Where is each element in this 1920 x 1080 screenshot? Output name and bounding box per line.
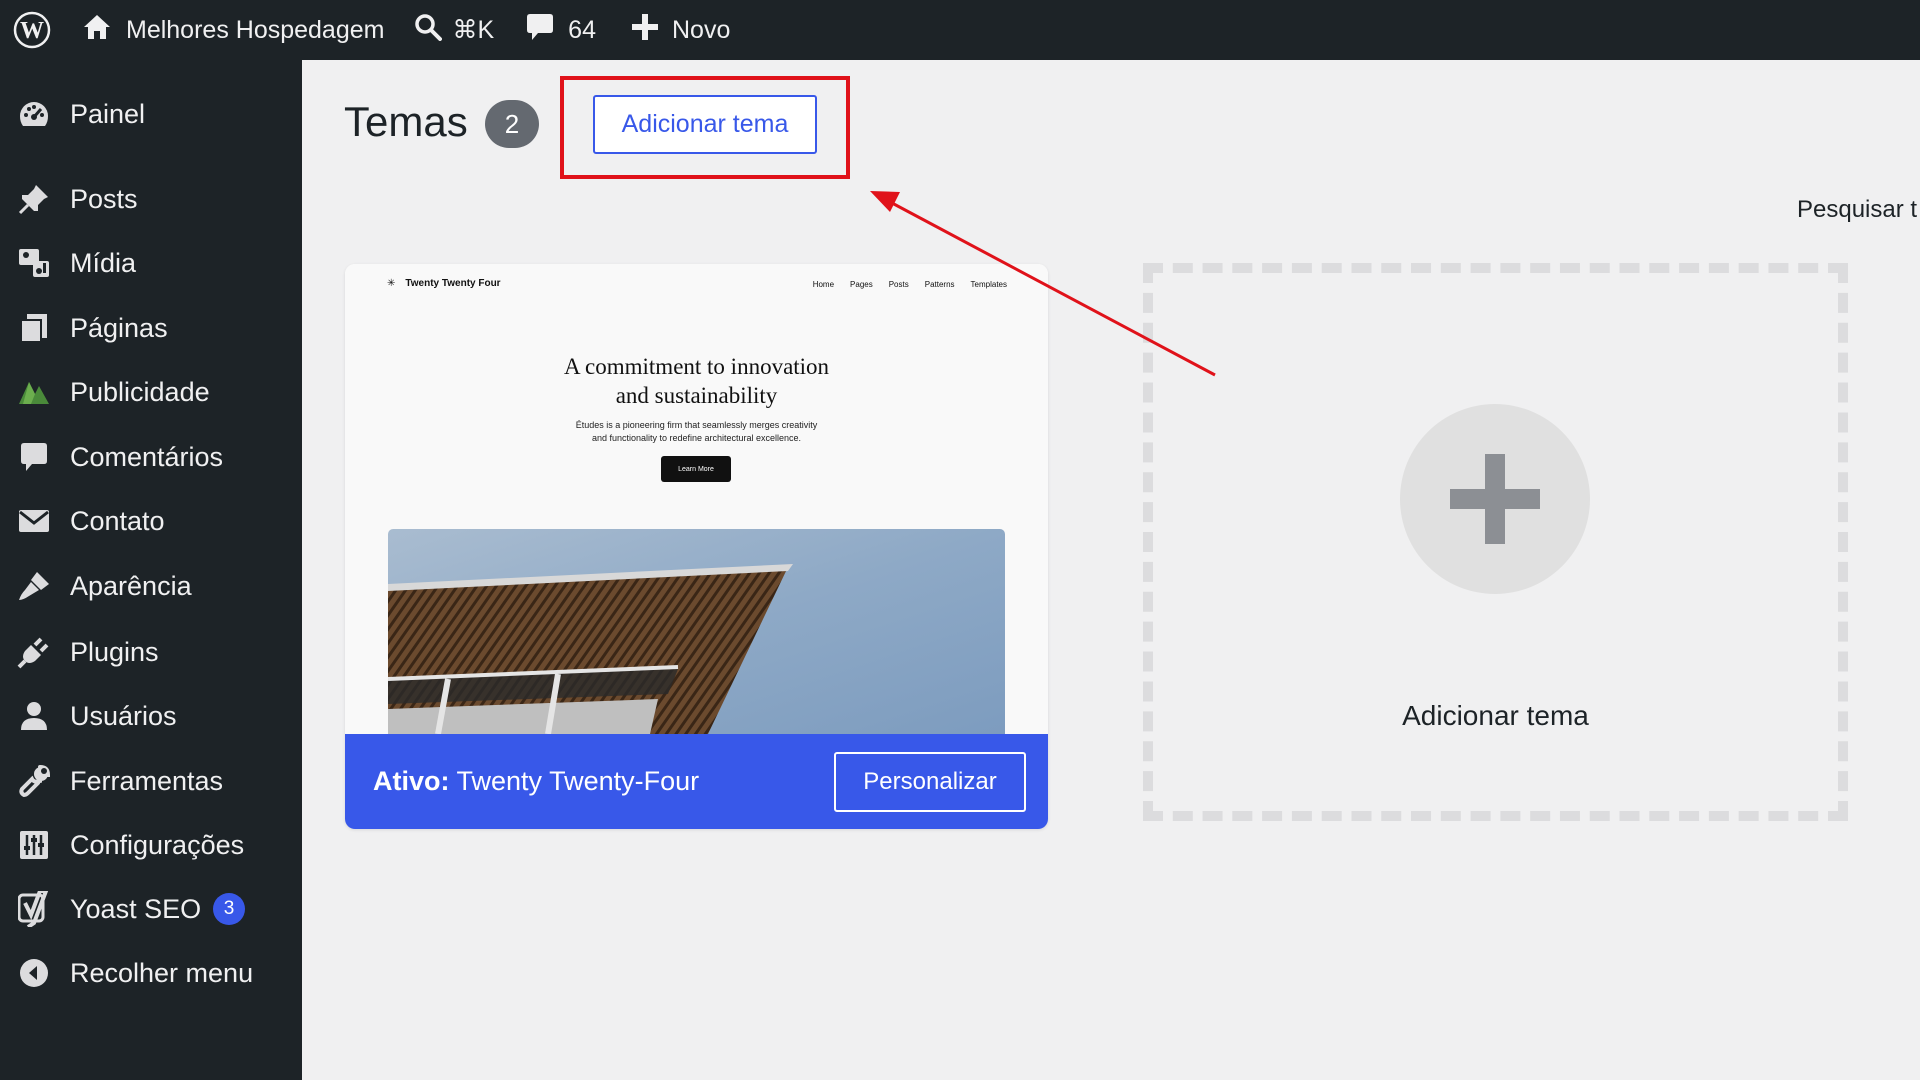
wrench-icon xyxy=(16,763,52,799)
sidebar-item-label: Comentários xyxy=(70,441,224,472)
sidebar-item-publicidade[interactable]: Publicidade xyxy=(0,364,302,420)
envelope-icon xyxy=(16,503,52,539)
sidebar-item-posts[interactable]: Posts xyxy=(0,171,302,227)
sidebar-item-label: Aparência xyxy=(70,570,192,601)
sidebar-item-usuarios[interactable]: Usuários xyxy=(0,688,302,744)
search-icon xyxy=(414,13,443,48)
new-label: Novo xyxy=(671,15,731,44)
plus-icon xyxy=(631,13,658,47)
pin-icon xyxy=(16,181,52,217)
site-name-label: Melhores Hospedagem xyxy=(126,15,385,44)
sidebar-item-ferramentas[interactable]: Ferramentas xyxy=(0,753,302,809)
customize-button[interactable]: Personalizar xyxy=(834,752,1026,812)
sidebar-item-label: Contato xyxy=(70,505,165,536)
ads-icon xyxy=(16,374,52,410)
sidebar-item-label: Páginas xyxy=(70,312,168,343)
add-theme-button[interactable]: Adicionar tema xyxy=(593,95,817,154)
sidebar-item-label: Configurações xyxy=(70,829,245,860)
sidebar-item-plugins[interactable]: Plugins xyxy=(0,624,302,680)
user-icon xyxy=(16,698,52,734)
sidebar-item-yoast-seo[interactable]: Yoast SEO 3 xyxy=(0,881,302,937)
wordpress-logo-icon[interactable]: W xyxy=(0,0,64,60)
site-name-link[interactable]: Melhores Hospedagem xyxy=(82,0,384,60)
sidebar-item-contato[interactable]: Contato xyxy=(0,493,302,549)
preview-nav-link: Home xyxy=(812,280,835,289)
pages-icon xyxy=(16,310,52,346)
preview-subtext: Études is a pioneering firm that seamles… xyxy=(575,420,818,443)
preview-nav-links: Home Pages Posts Patterns Templates xyxy=(813,280,1007,289)
theme-count-badge: 2 xyxy=(485,100,539,148)
comment-bubble-icon xyxy=(526,12,554,49)
plug-icon xyxy=(16,634,52,670)
brush-icon xyxy=(16,568,52,604)
command-search-button[interactable]: ⌘K xyxy=(414,0,494,60)
preview-architecture-photo xyxy=(388,529,1005,734)
sidebar-item-label: Publicidade xyxy=(70,376,210,407)
collapse-icon xyxy=(16,955,52,991)
sidebar-item-label: Yoast SEO xyxy=(70,893,202,924)
sidebar-item-midia[interactable]: Mídia xyxy=(0,235,302,291)
preview-headline: A commitment to innovation and sustainab… xyxy=(563,354,830,408)
notification-badge: 3 xyxy=(213,893,246,925)
preview-nav-link: Pages xyxy=(850,280,873,289)
sidebar-item-label: Recolher menu xyxy=(70,957,254,988)
preview-nav-link: Templates xyxy=(970,280,1007,289)
sidebar-item-painel[interactable]: Painel xyxy=(0,86,302,142)
comments-link[interactable]: 64 xyxy=(526,0,596,60)
page-title: Temas xyxy=(344,98,468,145)
preview-site-title: ✳ Twenty Twenty Four xyxy=(387,278,501,289)
sidebar-item-configuracoes[interactable]: Configurações xyxy=(0,817,302,873)
add-new-theme-label: Adicionar tema xyxy=(1402,700,1589,731)
sidebar-item-label: Plugins xyxy=(70,636,159,667)
search-shortcut-label: ⌘K xyxy=(452,16,495,44)
active-theme-name: Ativo: Twenty Twenty-Four xyxy=(373,766,700,796)
home-icon xyxy=(82,13,112,48)
yoast-icon xyxy=(16,891,52,927)
sidebar-item-label: Posts xyxy=(70,183,138,214)
preview-nav-link: Patterns xyxy=(924,280,955,289)
dashboard-icon xyxy=(16,96,52,132)
new-content-button[interactable]: Novo xyxy=(631,0,731,60)
sidebar-item-paginas[interactable]: Páginas xyxy=(0,300,302,356)
preview-learn-more-button: Learn More xyxy=(661,456,731,482)
sidebar-item-label: Painel xyxy=(70,98,146,129)
theme-screenshot: ✳ Twenty Twenty Four Home Pages Posts Pa… xyxy=(345,264,1048,734)
collapse-menu-button[interactable]: Recolher menu xyxy=(0,945,302,1001)
media-icon xyxy=(16,245,52,281)
settings-icon xyxy=(16,827,52,863)
sidebar-item-label: Mídia xyxy=(70,247,137,278)
theme-card-active[interactable]: ✳ Twenty Twenty Four Home Pages Posts Pa… xyxy=(345,264,1048,829)
comments-count: 64 xyxy=(568,15,596,44)
sidebar-item-aparencia[interactable]: Aparência xyxy=(0,558,302,614)
search-themes-label: Pesquisar t xyxy=(1797,196,1918,223)
preview-nav: ✳ Twenty Twenty Four Home Pages Posts Pa… xyxy=(387,278,1007,298)
admin-bar: W Melhores Hospedagem ⌘K 64 Novo xyxy=(0,0,1920,60)
admin-sidebar: Painel Posts Mídia Páginas Publicidade C… xyxy=(0,60,302,1080)
svg-text:W: W xyxy=(20,18,44,44)
theme-card-footer: Ativo: Twenty Twenty-Four Personalizar xyxy=(345,734,1048,829)
sidebar-item-label: Ferramentas xyxy=(70,765,224,796)
add-theme-plus-icon[interactable] xyxy=(1400,404,1590,594)
asterisk-icon: ✳ xyxy=(387,278,396,289)
sidebar-item-comentarios[interactable]: Comentários xyxy=(0,429,302,485)
sidebar-item-label: Usuários xyxy=(70,700,177,731)
preview-nav-link: Posts xyxy=(888,280,909,289)
comment-icon xyxy=(16,439,52,475)
